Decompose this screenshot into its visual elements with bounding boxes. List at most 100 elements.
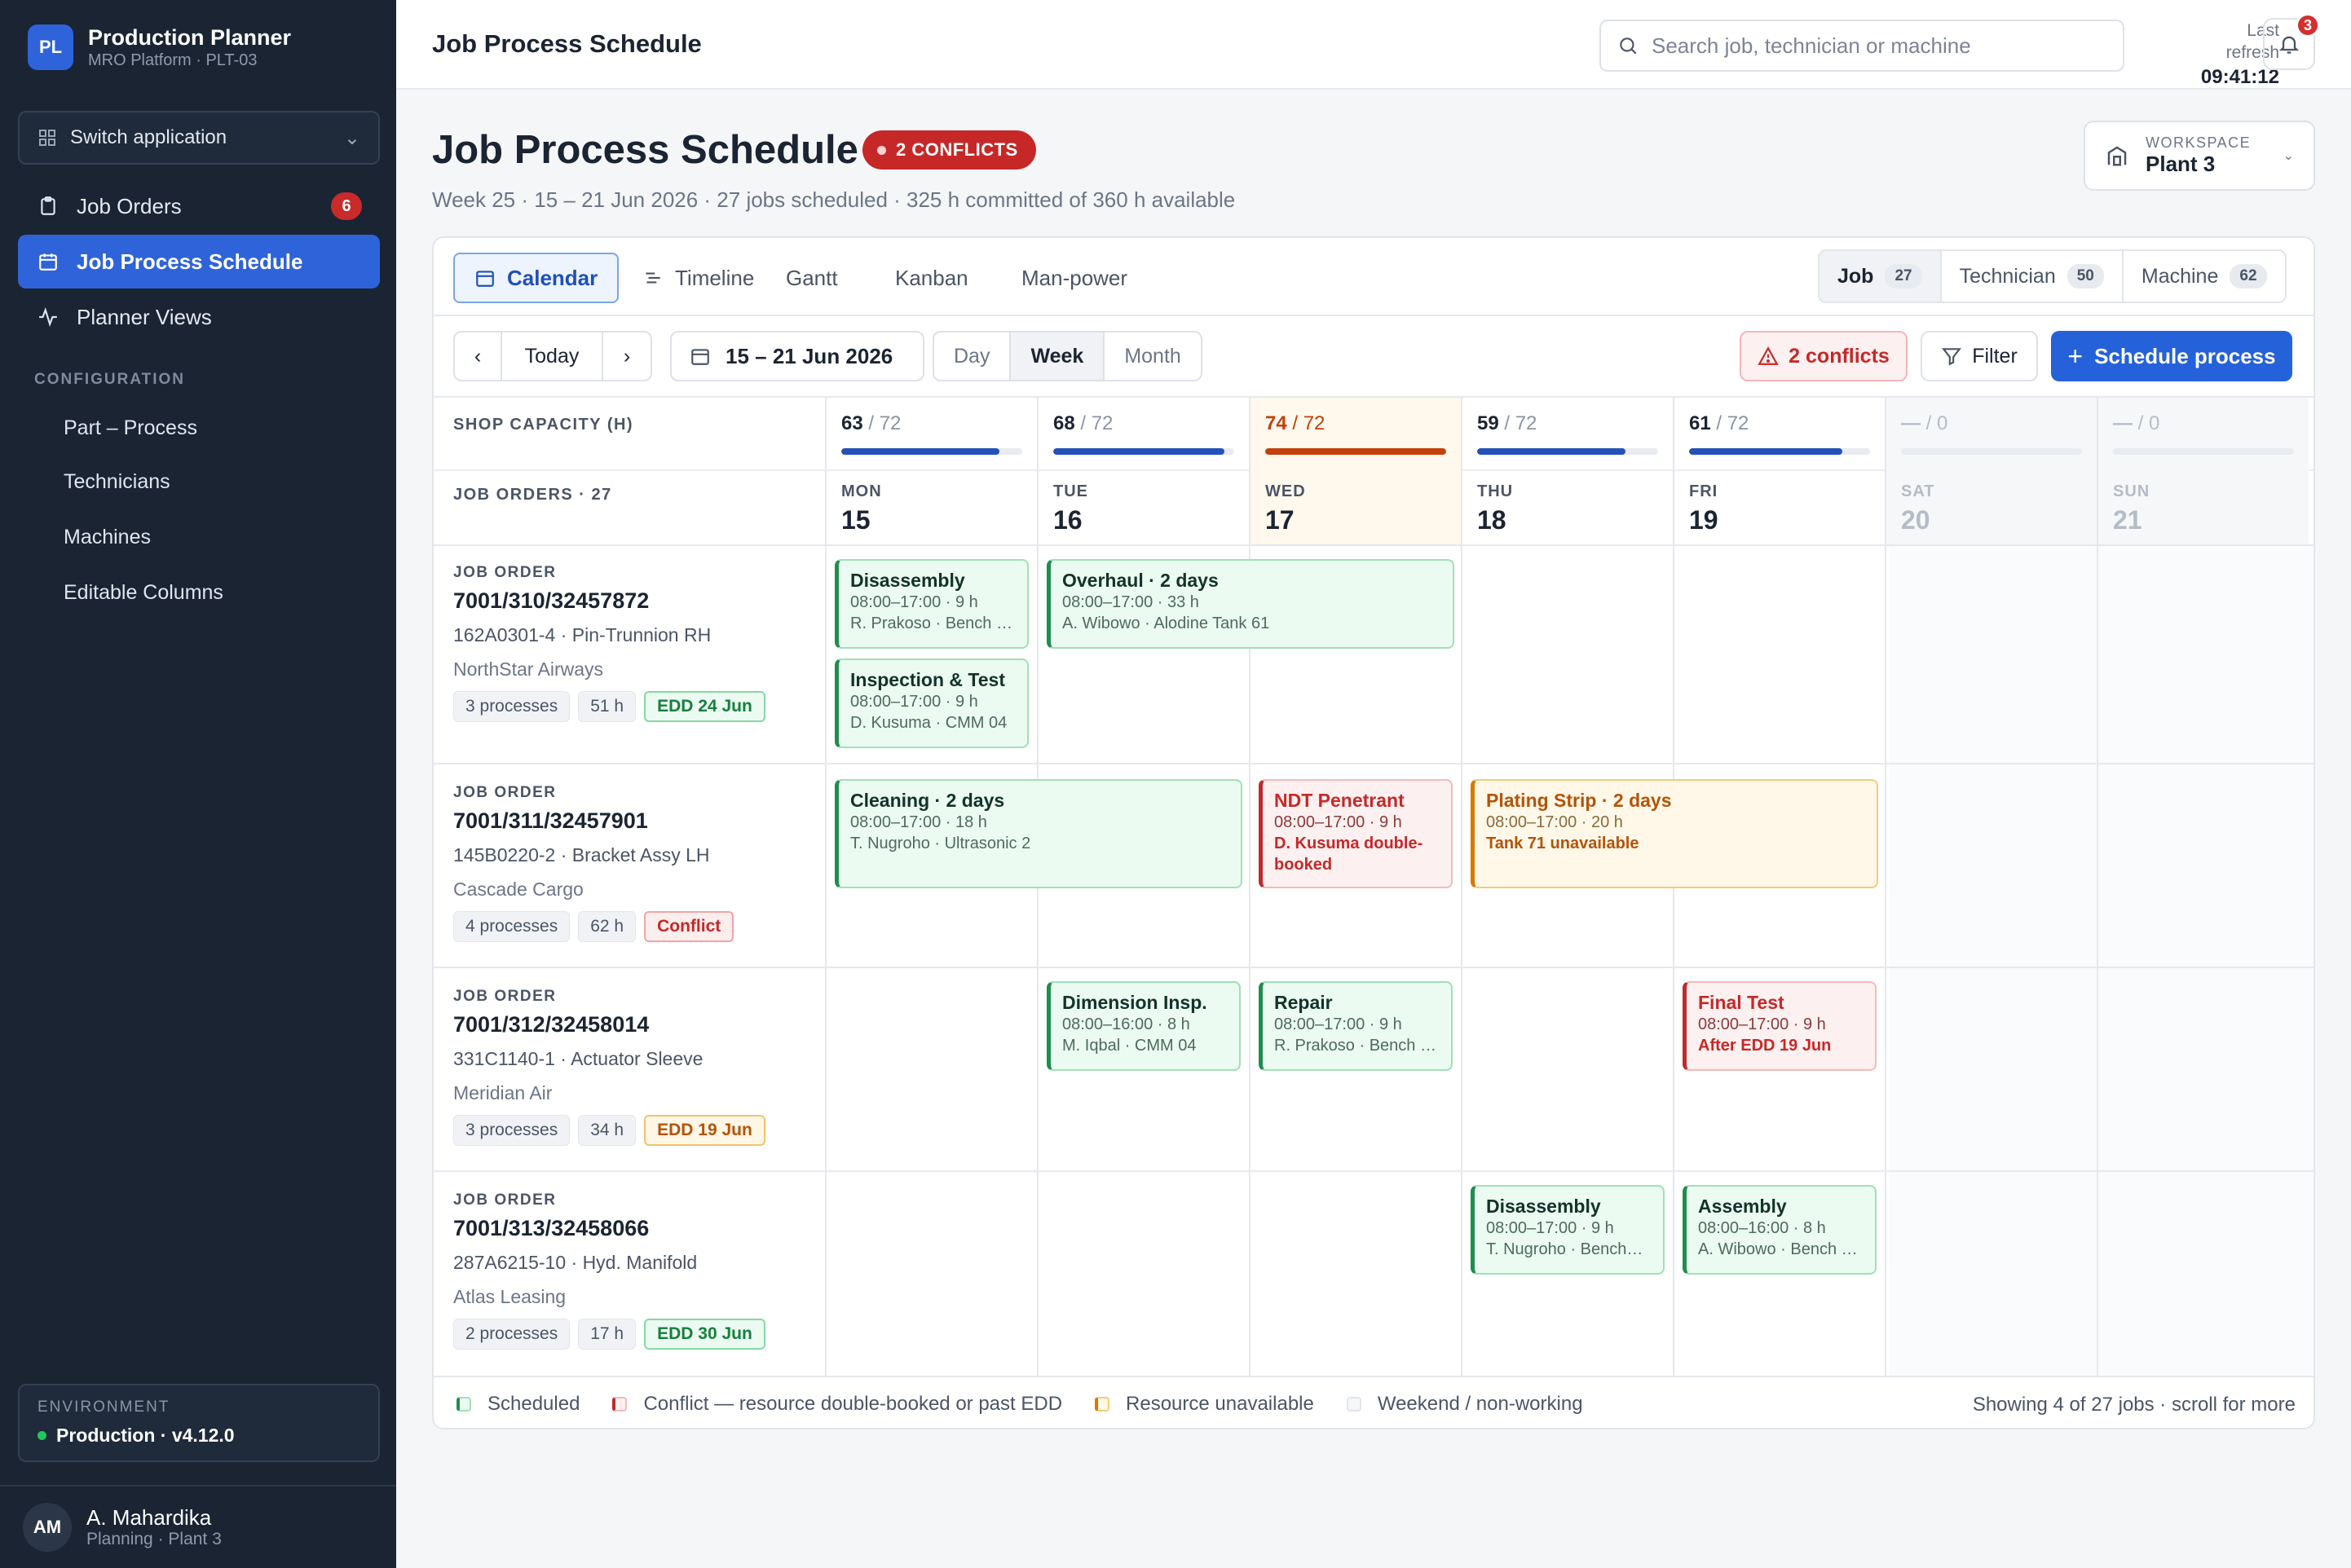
process-block[interactable]: Cleaning · 2 days 08:00–17:00 · 18 h T. …: [835, 779, 1242, 888]
conflicts-button[interactable]: 2 conflicts: [1740, 331, 1908, 381]
part-number: 331C1140-1 · Actuator Sleeve: [453, 1048, 704, 1069]
sidebar-item-machines[interactable]: Machines: [46, 514, 380, 560]
sidebar-item-job-process-schedule[interactable]: Job Process Schedule: [18, 235, 380, 288]
process-time: 08:00–17:00 · 9 h: [850, 593, 978, 611]
date-range-label: 15 – 21 Jun 2026: [726, 343, 893, 368]
tab-calendar[interactable]: Calendar: [453, 253, 620, 303]
capacity-used: 68: [1053, 412, 1075, 434]
sidebar: PL Production Planner MRO Platform · PLT…: [0, 0, 396, 1568]
process-resource: T. Nugroho · Ultrasonic 2: [850, 835, 1031, 852]
process-resource: A. Wibowo · Bench …: [1698, 1240, 1858, 1258]
day-date[interactable]: 18: [1477, 505, 1506, 535]
day-date[interactable]: 17: [1265, 505, 1295, 535]
calendar-icon: [476, 271, 494, 287]
date-range-picker[interactable]: 15 – 21 Jun 2026: [670, 331, 924, 381]
schedule-process-button[interactable]: + Schedule process: [2051, 331, 2292, 381]
clipboard-icon: [36, 194, 60, 218]
switch-application-dropdown[interactable]: Switch application ⌄: [18, 111, 380, 165]
process-block[interactable]: Repair 08:00–17:00 · 9 h R. Prakoso · Be…: [1259, 981, 1453, 1071]
group-label: Technician: [1959, 264, 2056, 288]
sidebar-item-editable-columns[interactable]: Editable Columns: [46, 570, 380, 615]
tab-label: Timeline: [675, 265, 755, 290]
sidebar-item-planner-views[interactable]: Planner Views: [18, 290, 380, 344]
day-divider: [1037, 544, 1039, 1376]
process-time: 08:00–17:00 · 9 h: [1698, 1015, 1826, 1033]
process-block[interactable]: Dimension Insp. 08:00–16:00 · 8 h M. Iqb…: [1047, 981, 1241, 1071]
status-dot-icon: [37, 1431, 46, 1440]
process-block[interactable]: Disassembly 08:00–17:00 · 9 h R. Prakoso…: [835, 559, 1029, 649]
tab-timeline[interactable]: Timeline: [623, 253, 774, 303]
capacity-bar: [1901, 448, 2082, 455]
group-by-job[interactable]: Job 27: [1819, 251, 1942, 302]
job-order-number[interactable]: 7001/312/32458014: [453, 1012, 649, 1037]
day-divider: [1461, 544, 1462, 1376]
group-by-technician[interactable]: Technician 50: [1942, 251, 2124, 302]
next-button[interactable]: ›: [603, 333, 651, 380]
app-name: Production Planner: [88, 25, 292, 50]
filter-button[interactable]: Filter: [1921, 331, 2038, 381]
range-month[interactable]: Month: [1105, 333, 1200, 380]
job-orders-label: JOB ORDERS · 27: [453, 486, 612, 504]
day-column-tue: 68 / 72 TUE 16: [1037, 398, 1249, 544]
search-icon: [1620, 37, 1637, 55]
capacity-used: 59: [1477, 412, 1499, 434]
day-column-fri: 61 / 72 FRI 19: [1673, 398, 1885, 544]
day-date[interactable]: 20: [1901, 505, 1930, 535]
process-block[interactable]: Inspection & Test 08:00–17:00 · 9 h D. K…: [835, 658, 1029, 748]
group-count: 50: [2066, 264, 2104, 288]
hours-tag: 51 h: [578, 691, 637, 722]
process-block-conflict[interactable]: Final Test 08:00–17:00 · 9 h After EDD 1…: [1683, 981, 1877, 1071]
job-order-number[interactable]: 7001/313/32458066: [453, 1216, 649, 1241]
range-day[interactable]: Day: [934, 333, 1012, 380]
capacity-value: — / 0: [2113, 412, 2159, 435]
process-block[interactable]: Overhaul · 2 days 08:00–17:00 · 33 h A. …: [1047, 559, 1454, 649]
dot-icon: [877, 145, 886, 155]
workspace-selector[interactable]: WORKSPACE Plant 3 ⌄: [2084, 121, 2315, 191]
tab-gantt[interactable]: Gantt: [766, 253, 858, 303]
day-column-wed: 74 / 72 WED 17: [1249, 398, 1461, 544]
sidebar-item-part-process[interactable]: Part – Process: [46, 405, 380, 451]
processes-tag: 3 processes: [453, 691, 571, 722]
process-block[interactable]: Disassembly 08:00–17:00 · 9 h T. Nugroho…: [1471, 1185, 1665, 1275]
process-time: 08:00–16:00 · 8 h: [1062, 1015, 1190, 1033]
process-time: 08:00–17:00 · 18 h: [850, 813, 987, 831]
capacity-value: 61 / 72: [1689, 412, 1749, 435]
job-order-number[interactable]: 7001/310/32457872: [453, 588, 649, 614]
job-row[interactable]: JOB ORDER 7001/313/32458066 287A6215-10 …: [434, 1172, 2314, 1376]
sidebar-item-job-orders[interactable]: Job Orders 6: [18, 179, 380, 233]
day-date[interactable]: 15: [841, 505, 871, 535]
capacity-bar: [1053, 448, 1234, 455]
customer: Meridian Air: [453, 1082, 553, 1103]
day-divider: [2097, 544, 2098, 1376]
notifications-button[interactable]: 3: [2263, 13, 2320, 70]
range-week[interactable]: Week: [1011, 333, 1105, 380]
process-block-unavailable[interactable]: Plating Strip · 2 days 08:00–17:00 · 20 …: [1471, 779, 1878, 888]
process-block[interactable]: Assembly 08:00–16:00 · 8 h A. Wibowo · B…: [1683, 1185, 1877, 1275]
process-resource: R. Prakoso · Bench …: [1274, 1037, 1436, 1055]
process-block-conflict[interactable]: NDT Penetrant 08:00–17:00 · 9 h D. Kusum…: [1259, 779, 1453, 888]
day-date[interactable]: 16: [1053, 505, 1083, 535]
job-order-number[interactable]: 7001/311/32457901: [453, 808, 648, 834]
process-title: Disassembly: [850, 570, 965, 591]
capacity-total: / 72: [868, 412, 902, 434]
conflict-count-pill[interactable]: 2 CONFLICTS: [862, 130, 1036, 170]
tab-man-power[interactable]: Man-power: [1002, 253, 1147, 303]
today-button[interactable]: Today: [502, 333, 603, 380]
day-date[interactable]: 19: [1689, 505, 1718, 535]
tab-kanban[interactable]: Kanban: [876, 253, 988, 303]
page-title: Job Process Schedule: [432, 128, 858, 172]
process-resource: R. Prakoso · Bench …: [850, 614, 1012, 632]
job-order-label: JOB ORDER: [453, 564, 557, 581]
bell-icon: [2278, 36, 2300, 54]
brand[interactable]: PL Production Planner MRO Platform · PLT…: [28, 24, 291, 70]
prev-button[interactable]: ‹: [455, 333, 502, 380]
sidebar-item-technicians[interactable]: Technicians: [46, 459, 380, 504]
grid-icon: [39, 130, 55, 146]
process-title: Plating Strip · 2 days: [1486, 790, 1672, 811]
search-input[interactable]: Search job, technician or machine: [1599, 20, 2124, 72]
day-date[interactable]: 21: [2113, 505, 2142, 535]
process-conflict-note: After EDD 19 Jun: [1698, 1037, 1832, 1055]
capacity-used: 74: [1265, 412, 1287, 434]
user-profile[interactable]: AM A. Mahardika Planning · Plant 3: [0, 1485, 396, 1568]
group-by-machine[interactable]: Machine 62: [2124, 251, 2285, 302]
